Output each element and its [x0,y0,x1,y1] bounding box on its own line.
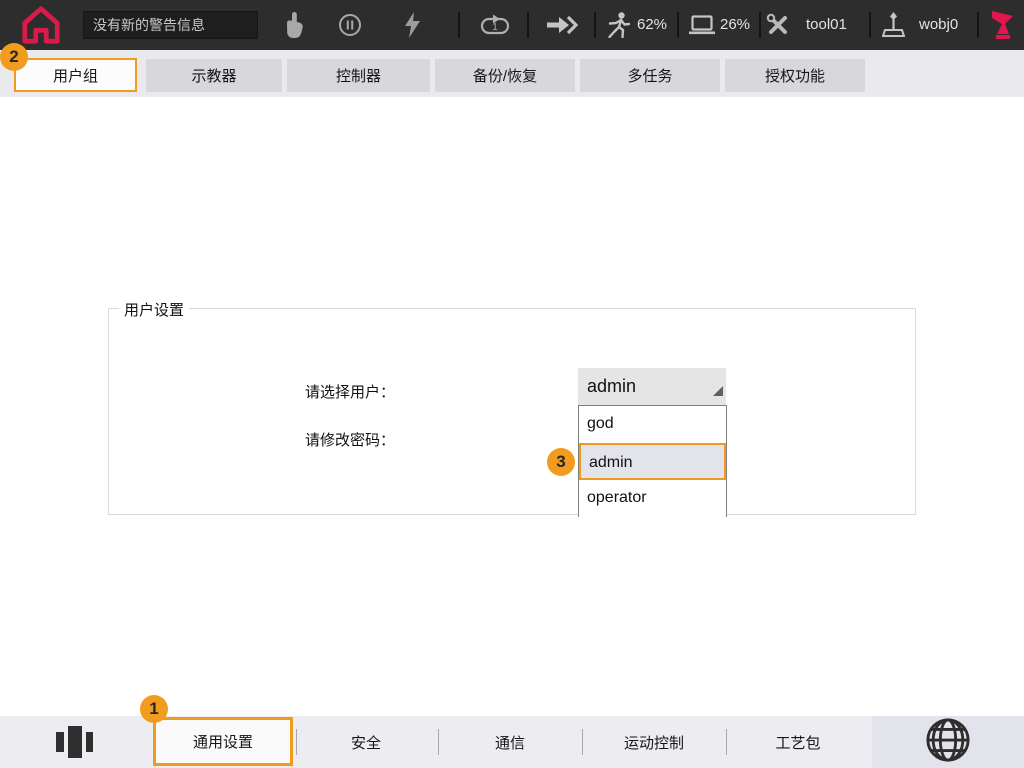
continuous-run-arrow-icon[interactable] [546,14,578,41]
topbar-divider [759,12,761,38]
user-settings-groupbox: 用户设置 [108,308,916,515]
tab-backup-restore[interactable]: 备份/恢复 [435,59,575,92]
step-badge-1: 1 [140,695,168,723]
menu-motion-control[interactable]: 运动控制 [594,716,714,768]
wobj-joystick-icon[interactable] [882,12,905,43]
topbar-divider [594,12,596,38]
top-status-bar: 没有新的警告信息 1 [0,0,1024,50]
bottombar-divider [438,729,439,755]
menu-label: 运动控制 [624,732,684,753]
menu-general-settings[interactable]: 通用设置 [153,717,293,766]
tab-multitask[interactable]: 多任务 [580,59,720,92]
topbar-divider [677,12,679,38]
speed-percent-value[interactable]: 62% [637,0,667,50]
tab-label: 控制器 [336,65,381,86]
pause-icon[interactable] [338,13,362,42]
tab-label: 多任务 [627,65,672,86]
hand-guide-icon[interactable] [283,12,305,43]
dropdown-option-operator[interactable]: operator [579,480,726,517]
tab-controller[interactable]: 控制器 [287,59,430,92]
menu-process-package[interactable]: 工艺包 [744,716,852,768]
topbar-divider [869,12,871,38]
tab-label: 备份/恢复 [473,65,537,86]
tab-teach-pendant[interactable]: 示教器 [146,59,282,92]
bottombar-divider [296,729,297,755]
alert-message-box[interactable]: 没有新的警告信息 [83,11,258,39]
topbar-divider [977,12,979,38]
menu-label: 通信 [495,732,525,753]
topbar-divider [458,12,460,38]
window-switcher-icon[interactable] [56,726,96,763]
tab-authorized-functions[interactable]: 授权功能 [725,59,865,92]
alert-message-text: 没有新的警告信息 [93,17,205,33]
tab-label: 示教器 [191,65,236,86]
menu-label: 通用设置 [193,731,253,752]
controller-laptop-icon[interactable] [688,15,716,41]
topbar-divider [527,12,529,38]
tab-user-group[interactable]: 用户组 [14,58,137,92]
dropdown-option-god[interactable]: god [579,406,726,443]
combobox-value: admin [587,368,726,404]
option-label: operator [587,489,647,506]
settings-tab-bar: 用户组 示教器 控制器 备份/恢复 多任务 授权功能 [0,50,1024,97]
bottom-menu-bar: 通用设置 安全 通信 运动控制 工艺包 [0,716,1024,768]
tool-wrench-icon[interactable] [766,13,790,42]
dropdown-option-admin[interactable]: admin [579,443,726,480]
language-globe-button[interactable] [872,716,1024,768]
option-label: admin [589,454,633,471]
home-icon[interactable] [20,4,62,51]
repeat-once-icon[interactable]: 1 [480,14,510,41]
wobj-name-value[interactable]: wobj0 [919,0,958,50]
select-user-label: 请选择用户： [305,381,395,402]
menu-safety[interactable]: 安全 [322,716,410,768]
tab-label: 用户组 [53,65,98,86]
svg-text:1: 1 [492,22,498,33]
menu-label: 安全 [351,732,381,753]
tool-name-value[interactable]: tool01 [806,0,847,50]
step-badge-3: 3 [547,448,575,476]
menu-label: 工艺包 [775,732,820,753]
groupbox-title: 用户设置 [119,299,189,320]
tab-label: 授权功能 [765,65,825,86]
system-percent-value[interactable]: 26% [720,0,750,50]
bottombar-divider [582,729,583,755]
user-dropdown-list: god admin operator [578,405,727,517]
power-lightning-icon[interactable] [403,12,421,43]
option-label: god [587,415,614,432]
change-password-label: 请修改密码： [305,429,395,450]
bottombar-divider [726,729,727,755]
speed-runner-icon[interactable] [607,12,630,43]
robot-arm-icon[interactable] [990,10,1016,45]
menu-communication[interactable]: 通信 [466,716,554,768]
combobox-corner-triangle-icon [713,383,723,401]
user-select-combobox[interactable]: admin [578,368,726,405]
globe-icon [925,717,971,768]
step-badge-2: 2 [0,43,28,71]
